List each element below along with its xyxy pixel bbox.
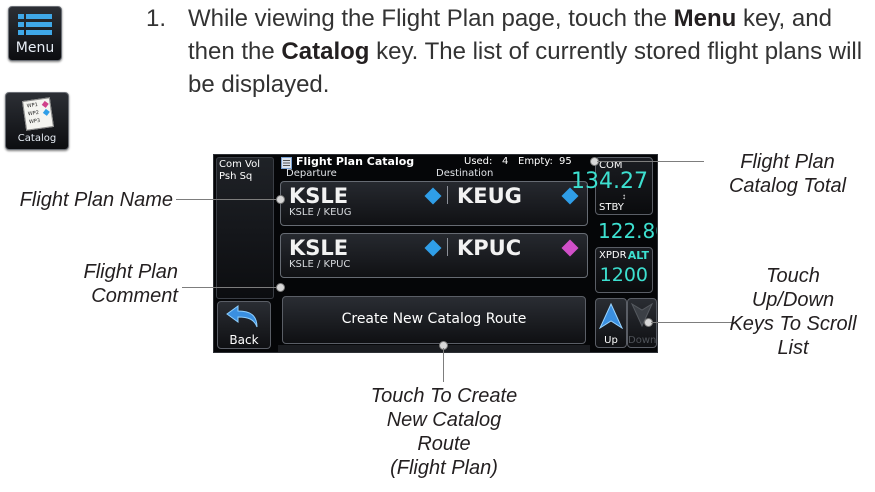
callout-line-catalog-total — [597, 161, 704, 162]
callout-create-route: Touch To Create New Catalog Route (Fligh… — [370, 385, 518, 479]
airport-diamond-icon — [424, 239, 442, 257]
catalog-title: Flight Plan Catalog — [296, 155, 415, 168]
catalog-key-label: Catalog — [17, 133, 57, 144]
flight-plan-comment: KSLE / KPUC — [289, 259, 351, 270]
empty-label: Empty: — [518, 156, 553, 167]
com-active-frequency: 134.27 — [571, 169, 648, 194]
bottom-strip — [278, 345, 590, 352]
callout-catalog-total: Flight Plan Catalog Total — [728, 151, 847, 197]
departure-waypoint: KSLE — [289, 236, 349, 260]
create-new-catalog-route-button[interactable]: Create New Catalog Route — [282, 296, 586, 344]
callout-plan-name: Flight Plan Name — [19, 189, 173, 211]
flight-plan-row-1[interactable]: KSLE KEUG KSLE / KEUG — [280, 181, 588, 226]
step-number: 1. — [146, 5, 167, 32]
com-standby-frequency: 122.80 — [598, 219, 657, 243]
catalog-header: Flight Plan Catalog Used: 4 Empty: 95 — [278, 155, 590, 169]
flight-plan-row-2[interactable]: KSLE KPUC KSLE / KPUC — [280, 233, 588, 278]
transponder-code: 1200 — [599, 264, 648, 286]
up-arrow-icon — [599, 303, 623, 329]
used-label: Used: — [464, 156, 493, 167]
flight-plan-comment: KSLE / KEUG — [289, 207, 352, 218]
callout-scroll-keys: Touch Up/Down Keys To Scroll List — [729, 265, 857, 359]
scroll-up-button[interactable]: Up — [595, 298, 627, 348]
catalog-key-icon: WP1 WP2 WP3 Catalog — [5, 92, 69, 150]
departure-waypoint: KSLE — [289, 184, 349, 208]
menu-key-name: Menu — [673, 5, 737, 32]
callout-line-create — [443, 348, 444, 382]
row-divider — [447, 186, 448, 204]
com-frequency-box[interactable]: COM 134.27 ↕ STBY — [571, 157, 653, 215]
callout-dot-plan-name — [276, 195, 285, 204]
menu-lines-icon — [18, 14, 52, 42]
step-instruction: While viewing the Flight Plan page, touc… — [188, 5, 863, 98]
callout-dot-plan-comment — [276, 283, 285, 292]
row-divider — [447, 238, 448, 256]
back-arrow-icon — [226, 305, 258, 328]
catalog-key-name: Catalog — [281, 38, 370, 65]
destination-waypoint: KPUC — [457, 236, 522, 260]
callout-plan-comment: Flight Plan Comment — [83, 261, 179, 307]
transponder-box[interactable]: XPDR ALT 1200 — [595, 247, 653, 293]
destination-column-header: Destination — [436, 168, 494, 179]
swap-arrow-icon: ↕ — [622, 192, 626, 201]
callout-line-plan-comment — [182, 287, 278, 288]
airport-diamond-icon — [561, 239, 579, 257]
menu-key-label: Menu — [15, 40, 55, 56]
back-button[interactable]: Back — [217, 301, 271, 349]
callout-line-plan-name — [176, 199, 278, 200]
catalog-document-icon: WP1 WP2 WP3 — [22, 97, 54, 131]
used-count: 4 — [502, 156, 509, 167]
menu-key-icon: Menu — [8, 6, 62, 61]
destination-waypoint: KEUG — [457, 184, 522, 208]
flight-plan-catalog-screen: Com Vol Psh Sq Back Flight Plan Catalog … — [213, 154, 658, 353]
airport-diamond-icon — [424, 187, 442, 205]
com-volume-knob-label: Com Vol Psh Sq — [216, 157, 274, 299]
empty-count: 95 — [559, 156, 572, 167]
departure-column-header: Departure — [286, 168, 337, 179]
